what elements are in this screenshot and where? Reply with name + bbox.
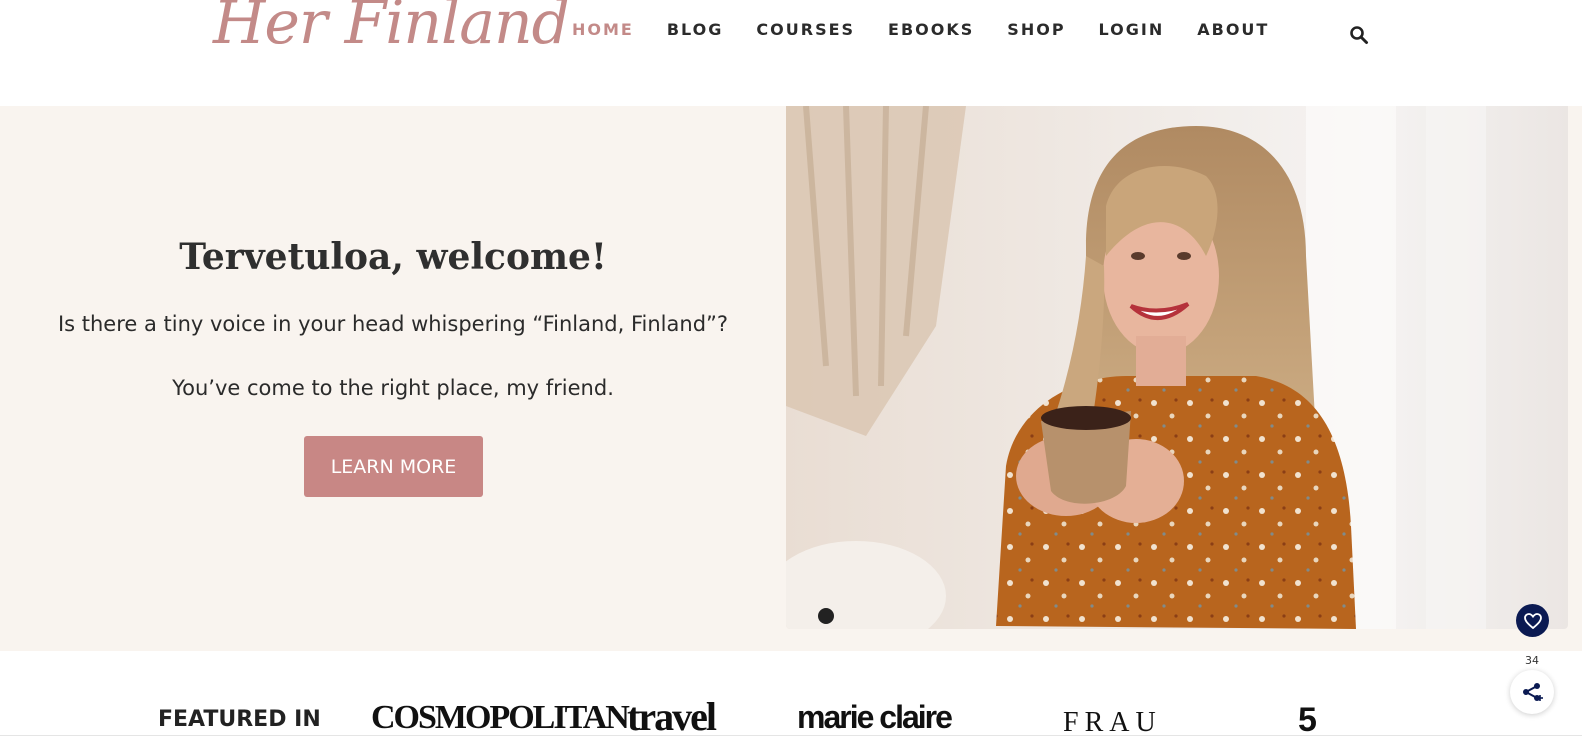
press-logo-frau: FRAU [1063,707,1162,738]
featured-label: FEATURED IN [158,707,321,732]
press-logo-travel: travel [627,694,717,739]
hero-section: Tervetuloa, welcome! Is there a tiny voi… [0,106,1582,651]
hero-text-block: Tervetuloa, welcome! Is there a tiny voi… [0,106,786,651]
favorite-button[interactable] [1516,604,1549,637]
hero-title: Tervetuloa, welcome! [179,236,607,278]
learn-more-button[interactable]: LEARN MORE [304,436,483,497]
share-icon [1523,683,1543,701]
heart-icon [1523,612,1542,629]
hero-tagline: Is there a tiny voice in your head whisp… [57,312,729,336]
nav-ebooks[interactable]: EBOOKS [888,20,974,39]
press-logo-marie-claire: marie claire [797,699,953,735]
nav-blog[interactable]: BLOG [667,20,724,39]
nav-about[interactable]: ABOUT [1197,20,1269,39]
press-logo-cosmopolitan: COSMOPOLITAN [371,699,630,736]
nav-login[interactable]: LOGIN [1099,20,1165,39]
nav-home[interactable]: HOME [572,20,634,39]
hero-photo [786,106,1568,629]
nav-shop[interactable]: SHOP [1007,20,1065,39]
press-logo-channel-5: 5 [1298,701,1317,739]
hero-photo-illustration [786,106,1568,629]
site-header: Her Finland HOME BLOG COURSES EBOOKS SHO… [0,0,1582,106]
main-nav: HOME BLOG COURSES EBOOKS SHOP LOGIN ABOU… [572,20,1302,39]
hero-subtagline: You’ve come to the right place, my frien… [172,376,614,400]
featured-in-strip: FEATURED IN COSMOPOLITAN travel marie cl… [0,651,1582,739]
share-button[interactable] [1510,670,1554,714]
share-count: 34 [1525,654,1539,667]
search-icon[interactable] [1349,25,1369,45]
site-logo[interactable]: Her Finland [213,0,570,58]
nav-courses[interactable]: COURSES [756,20,855,39]
divider [0,735,1582,736]
